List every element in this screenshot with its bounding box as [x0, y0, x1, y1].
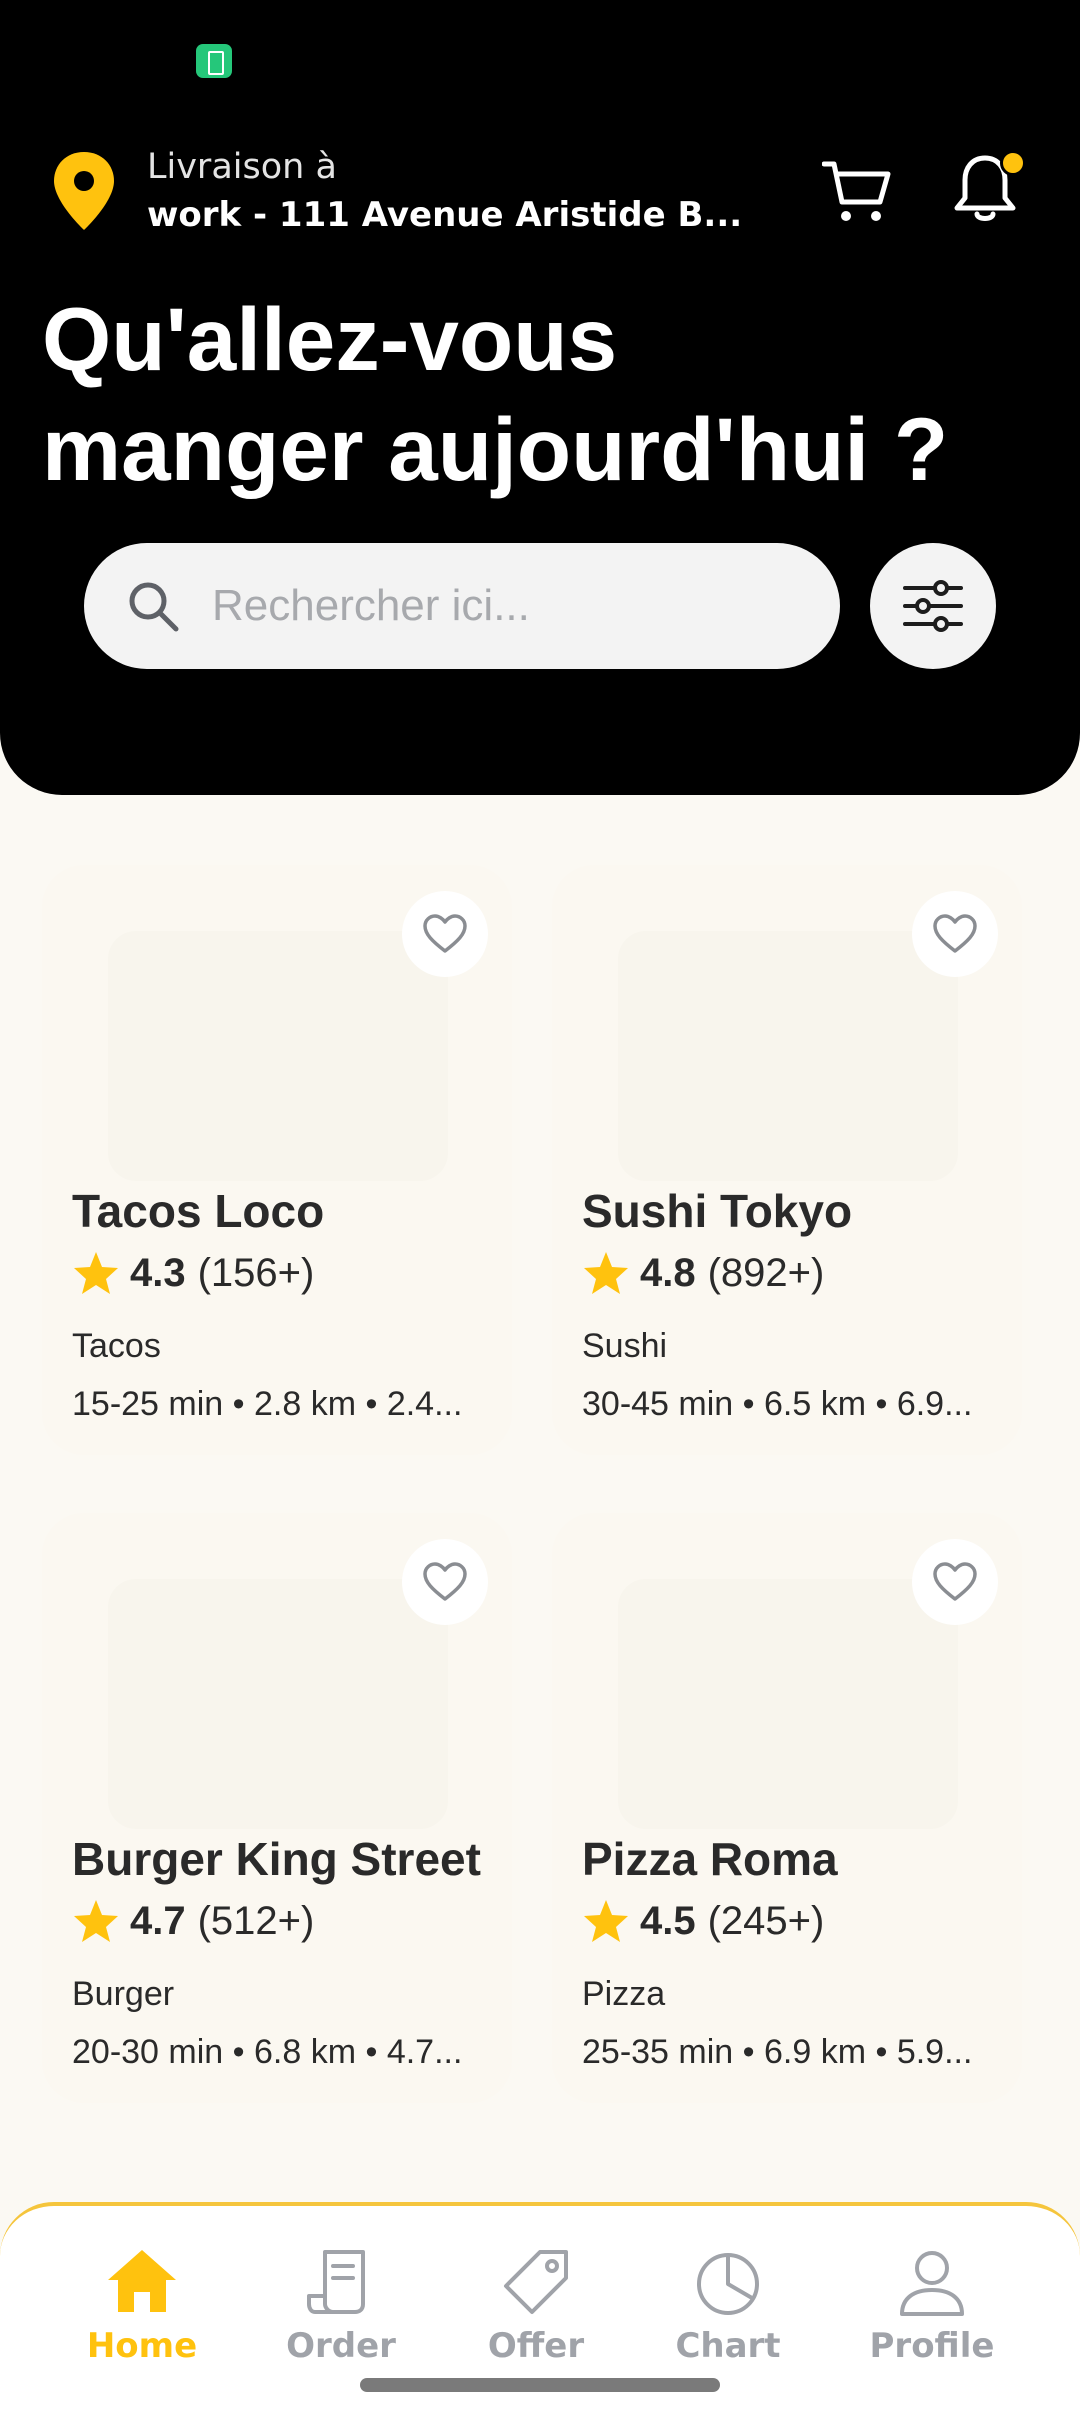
restaurant-image	[108, 1579, 448, 1829]
restaurant-category: Tacos	[72, 1327, 161, 1365]
rating-value: 4.7	[130, 1898, 186, 1943]
heart-icon	[423, 1562, 467, 1601]
restaurant-category: Sushi	[582, 1327, 668, 1365]
restaurant-name: Sushi Tokyo	[582, 1185, 853, 1237]
rating: 4.7 (512+)	[72, 1898, 314, 1944]
battery-charging-icon	[196, 44, 232, 78]
nav-item-profile[interactable]: Profile	[847, 2246, 1017, 2386]
nav-item-home[interactable]: Home	[57, 2246, 227, 2386]
nav-label-offer: Offer	[487, 2326, 585, 2366]
rating-value: 4.3	[130, 1250, 186, 1295]
tag-icon	[504, 2250, 568, 2314]
star-icon	[584, 1900, 628, 1942]
notification-badge	[1000, 150, 1026, 176]
nav-item-chart[interactable]: Chart	[643, 2246, 813, 2386]
review-count: (245+)	[707, 1898, 825, 1943]
delivery-label: Livraison à	[147, 147, 337, 187]
page-headline: Qu'allez-vous manger aujourd'hui ?	[42, 284, 1042, 504]
star-icon	[74, 1900, 118, 1942]
cart-icon[interactable]	[822, 158, 892, 224]
restaurant-image	[618, 931, 958, 1181]
restaurant-meta: 20-30 min • 6.8 km • 4.7...	[72, 2033, 463, 2071]
header: Livraison à work - 111 Avenue Aristide B…	[0, 0, 1080, 795]
rating-value: 4.8	[640, 1250, 696, 1295]
nav-label-chart: Chart	[675, 2326, 781, 2366]
review-count: (512+)	[197, 1898, 315, 1943]
heart-icon	[933, 1562, 977, 1601]
headline-line-1: Qu'allez-vous	[42, 289, 618, 389]
restaurant-name: Burger King Street	[72, 1833, 481, 1885]
favorite-button[interactable]	[402, 1539, 488, 1625]
restaurant-image	[618, 1579, 958, 1829]
nav-label-home: Home	[86, 2326, 198, 2366]
headline-line-2: manger aujourd'hui ?	[42, 399, 949, 499]
restaurant-image	[108, 931, 448, 1181]
restaurant-card[interactable]: Sushi Tokyo 4.8 (892+) Sushi 30-45 min •…	[552, 865, 1022, 1455]
delivery-address[interactable]: work - 111 Avenue Aristide B...	[147, 193, 742, 237]
restaurant-card[interactable]: Tacos Loco 4.3 (156+) Tacos 15-25 min • …	[42, 865, 512, 1455]
person-icon	[900, 2251, 964, 2316]
app-screen: Livraison à work - 111 Avenue Aristide B…	[0, 0, 1080, 2412]
rating: 4.8 (892+)	[582, 1250, 824, 1296]
restaurant-card[interactable]: Burger King Street 4.7 (512+) Burger 20-…	[42, 1513, 512, 2103]
search-bar[interactable]	[84, 543, 840, 669]
restaurant-category: Pizza	[582, 1975, 666, 2013]
location-pin-icon[interactable]	[50, 150, 118, 232]
restaurant-meta: 30-45 min • 6.5 km • 6.9...	[582, 1385, 973, 1423]
address-selector[interactable]: work - 111 Avenue Aristide B...	[147, 193, 742, 237]
favorite-button[interactable]	[912, 891, 998, 977]
home-indicator[interactable]	[360, 2378, 720, 2392]
nav-item-order[interactable]: Order	[256, 2246, 426, 2386]
search-icon	[129, 582, 179, 632]
restaurant-card[interactable]: Pizza Roma 4.5 (245+) Pizza 25-35 min • …	[552, 1513, 1022, 2103]
nav-label-order: Order	[286, 2326, 396, 2366]
search-input[interactable]	[212, 576, 772, 636]
restaurant-meta: 25-35 min • 6.9 km • 5.9...	[582, 2033, 973, 2071]
star-icon	[74, 1252, 118, 1294]
nav-label-profile: Profile	[869, 2326, 995, 2366]
restaurant-category: Burger	[72, 1975, 175, 2013]
favorite-button[interactable]	[402, 891, 488, 977]
review-count: (156+)	[197, 1250, 315, 1295]
favorite-button[interactable]	[912, 1539, 998, 1625]
rating: 4.3 (156+)	[72, 1250, 314, 1296]
restaurant-meta: 15-25 min • 2.8 km • 2.4...	[72, 1385, 463, 1423]
nav-item-offer[interactable]: Offer	[451, 2246, 621, 2386]
receipt-icon	[307, 2250, 365, 2314]
review-count: (892+)	[707, 1250, 825, 1295]
home-icon	[108, 2250, 176, 2312]
filter-button[interactable]	[870, 543, 996, 669]
heart-icon	[933, 914, 977, 953]
rating: 4.5 (245+)	[582, 1898, 824, 1944]
heart-icon	[423, 914, 467, 953]
rating-value: 4.5	[640, 1898, 696, 1943]
restaurant-name: Tacos Loco	[72, 1185, 325, 1237]
star-icon	[584, 1252, 628, 1294]
restaurant-name: Pizza Roma	[582, 1833, 838, 1885]
pie-chart-icon	[697, 2253, 759, 2315]
sliders-icon	[903, 580, 963, 632]
